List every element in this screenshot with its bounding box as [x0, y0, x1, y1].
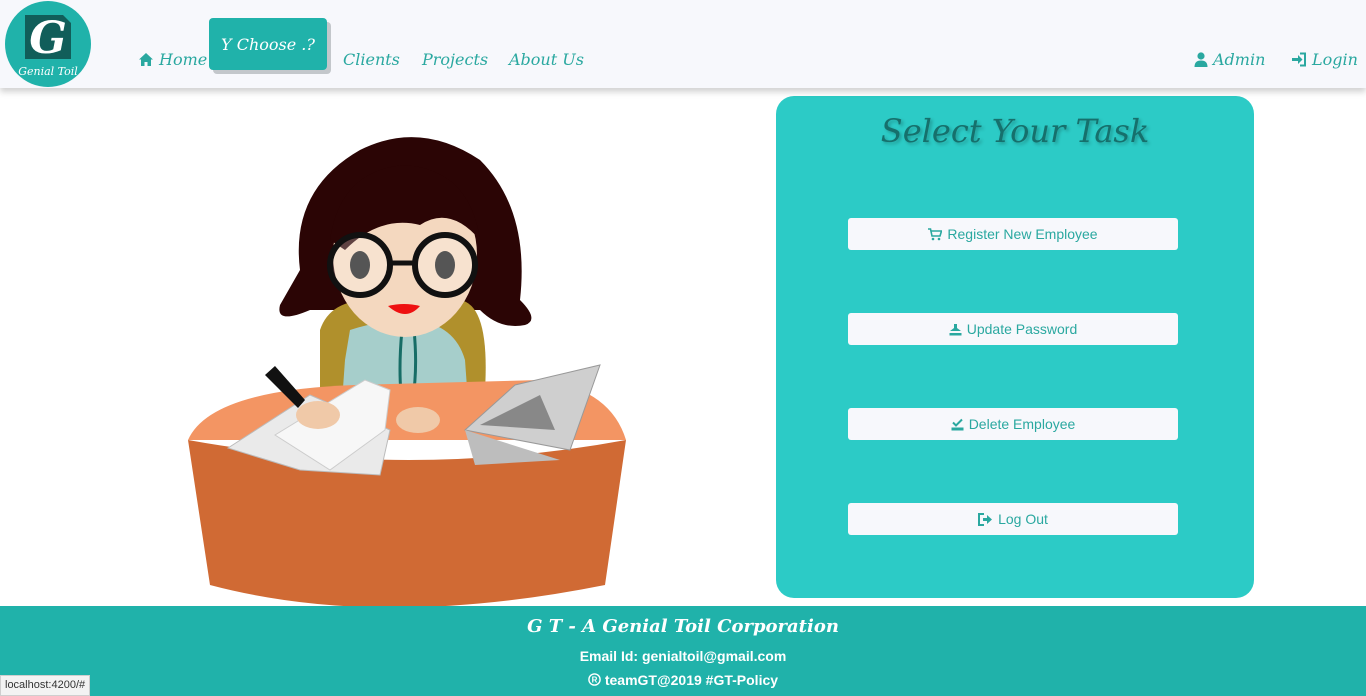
- register-employee-button[interactable]: Register New Employee: [848, 218, 1178, 250]
- footer: G T - A Genial Toil Corporation Email Id…: [0, 606, 1366, 696]
- nav-about-us[interactable]: About Us: [509, 50, 584, 69]
- nav-y-choose[interactable]: Y Choose .?: [209, 18, 327, 70]
- nav-admin[interactable]: Admin: [1194, 50, 1265, 69]
- update-password-button[interactable]: Update Password: [848, 313, 1178, 345]
- footer-corporation: G T - A Genial Toil Corporation: [527, 616, 839, 637]
- nav-projects[interactable]: Projects: [422, 50, 488, 69]
- top-navbar: G Genial Toil Home Y Choose .? Clients P…: [0, 0, 1366, 88]
- nav-about-label: About Us: [509, 50, 584, 69]
- registered-icon: R: [588, 673, 601, 686]
- logout-icon: [978, 512, 993, 526]
- nav-projects-label: Projects: [422, 50, 489, 69]
- delete-employee-label: Delete Employee: [968, 416, 1076, 432]
- genial-toil-logo[interactable]: G Genial Toil: [5, 1, 91, 87]
- nav-login[interactable]: Login: [1291, 50, 1358, 69]
- update-password-label: Update Password: [966, 321, 1078, 337]
- register-employee-label: Register New Employee: [947, 226, 1098, 242]
- task-panel: Select Your Task Register New Employee U…: [776, 96, 1254, 598]
- nav-home[interactable]: Home: [138, 50, 207, 69]
- log-out-label: Log Out: [998, 511, 1048, 527]
- log-out-button[interactable]: Log Out: [848, 503, 1178, 535]
- footer-copyright-text: teamGT@2019 #GT-Policy: [604, 672, 779, 688]
- task-panel-title: Select Your Task: [880, 112, 1150, 150]
- office-woman-illustration: [188, 137, 626, 608]
- svg-text:Genial Toil: Genial Toil: [18, 65, 78, 78]
- nav-home-label: Home: [159, 50, 208, 69]
- user-icon: [1194, 52, 1208, 67]
- nav-clients-label: Clients: [343, 50, 400, 69]
- svg-text:R: R: [592, 676, 598, 685]
- nav-login-label: Login: [1312, 50, 1358, 69]
- footer-copyright: R teamGT@2019 #GT-Policy: [0, 672, 1366, 688]
- home-icon: [139, 53, 153, 66]
- nav-y-choose-label: Y Choose .?: [221, 34, 315, 54]
- check-tray-icon: [951, 418, 964, 430]
- svg-text:G: G: [29, 13, 67, 64]
- browser-status-bar: localhost:4200/#: [0, 675, 91, 696]
- footer-email: Email Id: genialtoil@gmail.com: [579, 648, 787, 664]
- login-icon: [1292, 52, 1306, 67]
- nav-clients[interactable]: Clients: [343, 50, 400, 69]
- stamp-icon: [949, 323, 962, 335]
- delete-employee-button[interactable]: Delete Employee: [848, 408, 1178, 440]
- nav-admin-label: Admin: [1213, 50, 1266, 69]
- cart-icon: [928, 227, 943, 240]
